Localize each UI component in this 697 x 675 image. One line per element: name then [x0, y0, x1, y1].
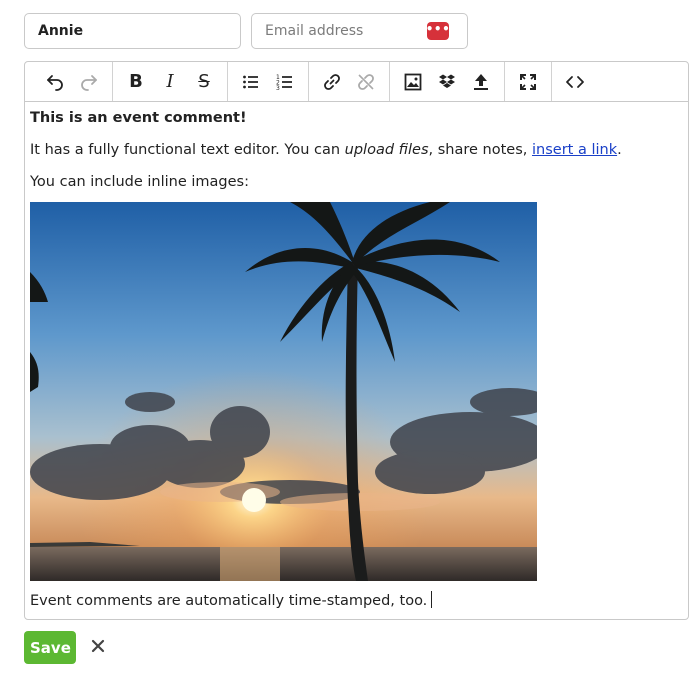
- code-group: [552, 62, 598, 101]
- undo-icon: [47, 74, 63, 91]
- numbered-list-icon: 123: [276, 74, 292, 92]
- para1-text-after: .: [617, 142, 622, 158]
- footer-text-value: Event comments are automatically time-st…: [30, 593, 428, 609]
- redo-icon: [81, 74, 97, 91]
- code-view-button[interactable]: [558, 65, 592, 99]
- strikethrough-button[interactable]: S: [187, 65, 221, 99]
- name-field[interactable]: Annie: [24, 13, 241, 49]
- upload-icon: [474, 73, 488, 90]
- link-button[interactable]: [315, 65, 349, 99]
- close-icon: [91, 639, 105, 653]
- insert-link[interactable]: insert a link: [532, 142, 617, 158]
- editor-content[interactable]: This is an event comment! It has a fully…: [25, 102, 688, 619]
- editor-toolbar: B I S 123: [25, 62, 688, 102]
- image-button[interactable]: [396, 65, 430, 99]
- bold-icon: B: [129, 71, 143, 92]
- history-group: [32, 62, 113, 101]
- italic-icon: I: [166, 71, 174, 92]
- link-icon: [324, 73, 340, 90]
- dropbox-icon: [439, 74, 455, 88]
- comment-heading: This is an event comment!: [30, 110, 247, 126]
- paragraph-1: It has a fully functional text editor. Y…: [30, 140, 683, 160]
- unlink-icon: [358, 73, 374, 90]
- email-placeholder: Email address: [265, 23, 364, 39]
- bold-button[interactable]: B: [119, 65, 153, 99]
- text-caret: [431, 591, 433, 608]
- save-button[interactable]: Save: [24, 631, 76, 664]
- close-button[interactable]: [89, 637, 107, 655]
- fullscreen-icon: [520, 73, 536, 90]
- paragraph-2: You can include inline images:: [30, 174, 250, 190]
- list-group: 123: [228, 62, 309, 101]
- para1-italic: upload files: [344, 142, 429, 158]
- para1-text-before: It has a fully functional text editor. Y…: [30, 142, 345, 158]
- svg-text:3: 3: [276, 85, 280, 92]
- redo-button[interactable]: [72, 65, 106, 99]
- format-group: B I S: [113, 62, 228, 101]
- code-view-icon: [566, 75, 584, 88]
- view-group: [505, 62, 552, 101]
- bulleted-list-icon: [243, 75, 258, 88]
- footer-text: Event comments are automatically time-st…: [30, 591, 683, 611]
- unlink-button[interactable]: [349, 65, 383, 99]
- numbered-list-button[interactable]: 123: [268, 65, 302, 99]
- undo-button[interactable]: [38, 65, 72, 99]
- inline-image[interactable]: [30, 202, 537, 581]
- media-group: [390, 62, 505, 101]
- para1-text-middle: , share notes,: [428, 142, 532, 158]
- dropbox-button[interactable]: [430, 65, 464, 99]
- bulleted-list-button[interactable]: [234, 65, 268, 99]
- link-group: [309, 62, 390, 101]
- italic-button[interactable]: I: [153, 65, 187, 99]
- name-value: Annie: [38, 23, 84, 39]
- rich-text-editor[interactable]: B I S 123 This is an event comment! It h…: [24, 61, 689, 620]
- email-field[interactable]: Email address •••: [251, 13, 468, 49]
- password-manager-icon[interactable]: •••: [426, 22, 450, 40]
- image-icon: [404, 73, 422, 90]
- strikethrough-icon: S: [198, 71, 210, 92]
- upload-button[interactable]: [464, 65, 498, 99]
- fullscreen-button[interactable]: [511, 65, 545, 99]
